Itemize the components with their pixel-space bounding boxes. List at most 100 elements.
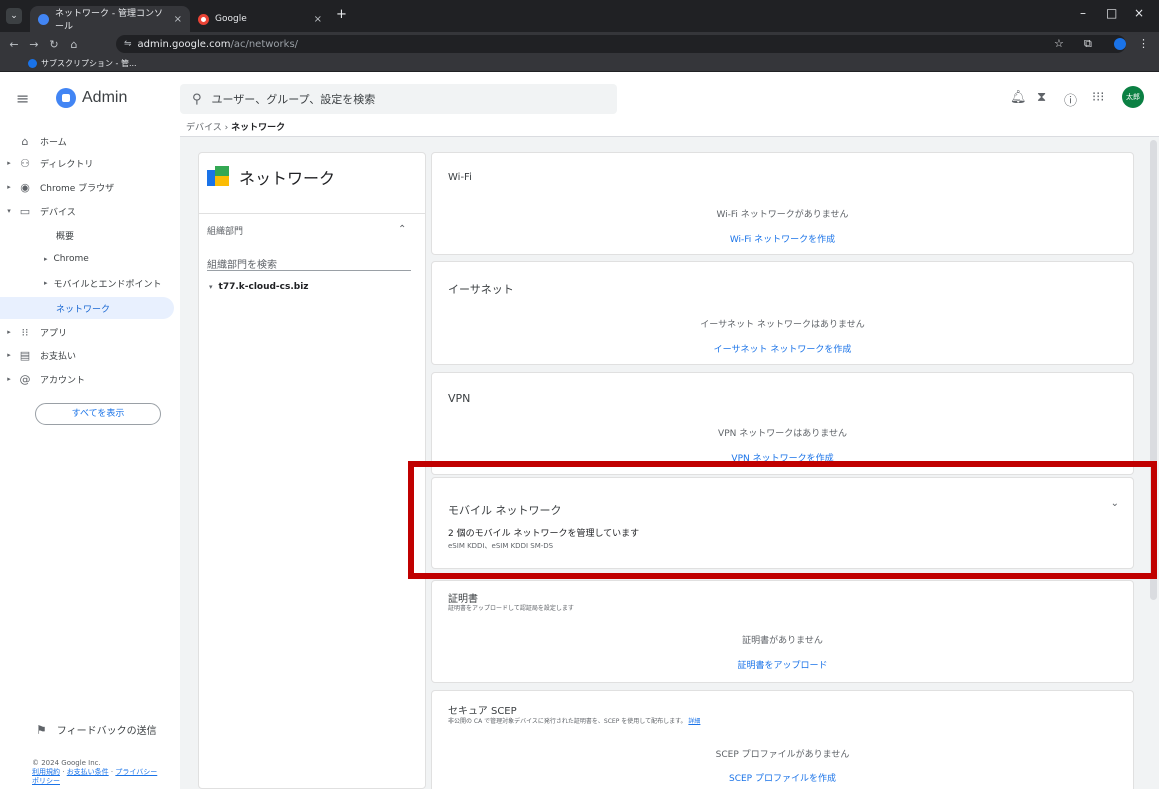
expand-caret-icon: ▸: [44, 279, 48, 287]
sidebar-item-directory[interactable]: ▸ ⚇ ディレクトリ: [0, 152, 174, 174]
maximize-icon[interactable]: □: [1106, 6, 1117, 20]
org-tree-root[interactable]: ▾ t77.k-cloud-cs.biz: [209, 282, 309, 292]
sidebar: ⌂ ホーム ▸ ⚇ ディレクトリ ▸ ◉ Chrome ブラウザ ▾ ▭ デバイ…: [0, 125, 180, 789]
search-input[interactable]: ⚲ ユーザー、グループ、設定を検索: [180, 84, 617, 114]
admin-logo[interactable]: Admin: [56, 88, 127, 108]
apps-grid-icon: ⁝⁝: [21, 325, 29, 339]
browser-toolbar: ← → ↻ ⌂ ⇋ admin.google.com/ac/networks/ …: [0, 32, 1159, 56]
collapse-chevron-icon[interactable]: ⌃: [398, 224, 406, 235]
scep-learn-more-link[interactable]: 詳細: [688, 718, 700, 725]
address-bar[interactable]: ⇋ admin.google.com/ac/networks/: [116, 35, 1126, 53]
feedback-link[interactable]: ⚑ フィードバックの送信: [36, 722, 157, 738]
sidebar-item-label: Chrome ブラウザ: [40, 183, 115, 194]
vpn-empty-text: VPN ネットワークはありません: [718, 429, 847, 439]
reload-icon[interactable]: ↻: [44, 38, 64, 51]
minimize-icon[interactable]: –: [1080, 6, 1086, 20]
sidebar-item-home[interactable]: ⌂ ホーム: [0, 130, 174, 152]
browser-profile-icon[interactable]: [1114, 38, 1126, 50]
sidebar-item-mobile-endpoints[interactable]: ▸ モバイルとエンドポイント: [0, 272, 174, 294]
scep-subtitle-text: 非公開の CA で管理対象デバイスに発行された証明書を、SCEP を使用して配布…: [448, 718, 687, 725]
breadcrumb-current: ネットワーク: [231, 123, 286, 133]
back-icon[interactable]: ←: [4, 38, 24, 51]
scep-subtitle: 非公開の CA で管理対象デバイスに発行された証明書を、SCEP を使用して配布…: [448, 716, 700, 725]
extensions-icon[interactable]: ⧉: [1084, 37, 1092, 51]
create-wifi-link[interactable]: Wi-Fi ネットワークを作成: [432, 232, 1133, 245]
expand-caret-icon: ▸: [44, 255, 48, 263]
bookmark-favicon-icon: [28, 59, 37, 68]
vpn-title: VPN: [448, 392, 471, 405]
bookmark-star-icon[interactable]: ☆: [1054, 37, 1064, 50]
wifi-empty-text: Wi-Fi ネットワークがありません: [716, 210, 849, 220]
bookmark-item[interactable]: サブスクリプション - 管...: [41, 58, 137, 69]
sidebar-item-label: ネットワーク: [56, 304, 111, 315]
scep-empty-text: SCEP プロファイルがありません: [715, 750, 850, 760]
show-all-button[interactable]: すべてを表示: [35, 403, 161, 425]
tab-title: ネットワーク - 管理コンソール: [55, 9, 163, 32]
sidebar-item-overview[interactable]: 概要: [0, 224, 174, 246]
tab-close-icon[interactable]: ×: [174, 14, 182, 25]
expand-caret-icon: ▸: [7, 351, 11, 359]
highlight-box: [408, 461, 1157, 579]
ethernet-title: イーサネット: [448, 283, 514, 296]
certificates-empty-text: 証明書がありません: [742, 636, 823, 646]
sidebar-item-account[interactable]: ▸ @ アカウント: [0, 368, 174, 390]
sidebar-item-devices[interactable]: ▾ ▭ デバイス: [0, 200, 174, 222]
expand-caret-icon[interactable]: ▾: [209, 283, 213, 291]
org-unit-panel: [198, 152, 426, 789]
breadcrumb-divider: [180, 136, 1159, 137]
google-favicon-icon: [198, 13, 209, 25]
footer-legal: © 2024 Google Inc. 利用規約 · お支払い条件 · プライバシ…: [32, 759, 158, 785]
tab-close-icon[interactable]: ×: [314, 14, 322, 25]
new-tab-button[interactable]: +: [336, 7, 347, 22]
site-info-icon[interactable]: ⇋: [124, 39, 132, 49]
copyright-text: © 2024 Google Inc.: [32, 759, 101, 767]
browser-tab-bar: ⌄ ネットワーク - 管理コンソール × Google × + – □ ×: [0, 0, 1159, 32]
apps-launcher-icon[interactable]: ⁝⁝⁝: [1092, 90, 1104, 105]
certificates-card: 証明書 証明書をアップロードして認証局を設定します 証明書がありません 証明書を…: [431, 580, 1134, 683]
ethernet-empty-text: イーサネット ネットワークはありません: [700, 320, 865, 330]
sidebar-item-label: ホーム: [40, 137, 67, 148]
sidebar-item-billing[interactable]: ▸ ▤ お支払い: [0, 344, 174, 366]
close-window-icon[interactable]: ×: [1134, 6, 1144, 20]
breadcrumb-parent[interactable]: デバイス: [186, 123, 222, 133]
org-section-label[interactable]: 組織部門: [207, 224, 243, 237]
notifications-bell-icon[interactable]: 🔔︎: [1010, 90, 1027, 105]
scep-title: セキュア SCEP: [448, 706, 517, 717]
browser-menu-icon[interactable]: ⋮: [1138, 37, 1149, 50]
tab-search-icon[interactable]: ⌄: [6, 8, 22, 24]
terms-link[interactable]: 利用規約: [32, 768, 60, 776]
create-scep-link[interactable]: SCEP プロファイルを作成: [432, 771, 1133, 784]
sidebar-item-label: デバイス: [40, 207, 76, 218]
forward-icon[interactable]: →: [24, 38, 44, 51]
create-ethernet-link[interactable]: イーサネット ネットワークを作成: [432, 342, 1133, 355]
sidebar-item-label: アプリ: [40, 328, 68, 339]
sidebar-item-apps[interactable]: ▸ ⁝⁝ アプリ: [0, 321, 174, 343]
policy-link[interactable]: ポリシー: [32, 777, 60, 785]
org-search-input[interactable]: 組織部門を検索: [207, 256, 411, 271]
sidebar-item-chrome-browser[interactable]: ▸ ◉ Chrome ブラウザ: [0, 176, 174, 198]
tab-admin-console[interactable]: ネットワーク - 管理コンソール ×: [30, 6, 190, 32]
networks-product-icon: [207, 166, 229, 188]
tab-title: Google: [215, 14, 247, 24]
upload-certificate-link[interactable]: 証明書をアップロード: [432, 658, 1133, 671]
home-icon: ⌂: [21, 134, 29, 148]
ethernet-card: イーサネット イーサネット ネットワークはありません イーサネット ネットワーク…: [431, 261, 1134, 365]
billing-terms-link[interactable]: お支払い条件: [67, 768, 109, 776]
home-button-icon[interactable]: ⌂: [64, 38, 84, 51]
privacy-link[interactable]: プライバシー: [115, 768, 157, 776]
tasks-hourglass-icon[interactable]: ⧗: [1037, 90, 1046, 105]
search-placeholder: ユーザー、グループ、設定を検索: [211, 93, 376, 106]
tab-google[interactable]: Google ×: [190, 6, 330, 32]
sidebar-item-chrome[interactable]: ▸ Chrome: [0, 248, 174, 270]
search-icon: ⚲: [192, 91, 202, 107]
vpn-card: VPN VPN ネットワークはありません VPN ネットワークを作成: [431, 372, 1134, 475]
expand-caret-icon: ▸: [7, 183, 11, 191]
sidebar-item-label: アカウント: [40, 375, 86, 386]
sidebar-item-networks[interactable]: ネットワーク: [0, 297, 174, 319]
page-title: ネットワーク: [239, 169, 336, 188]
certificates-subtitle: 証明書をアップロードして認証局を設定します: [448, 605, 574, 612]
expand-caret-icon: ▸: [7, 159, 11, 167]
main-menu-icon[interactable]: ≡: [16, 89, 29, 108]
help-icon[interactable]: ⓘ: [1064, 90, 1077, 109]
avatar[interactable]: 太郎: [1122, 86, 1144, 108]
